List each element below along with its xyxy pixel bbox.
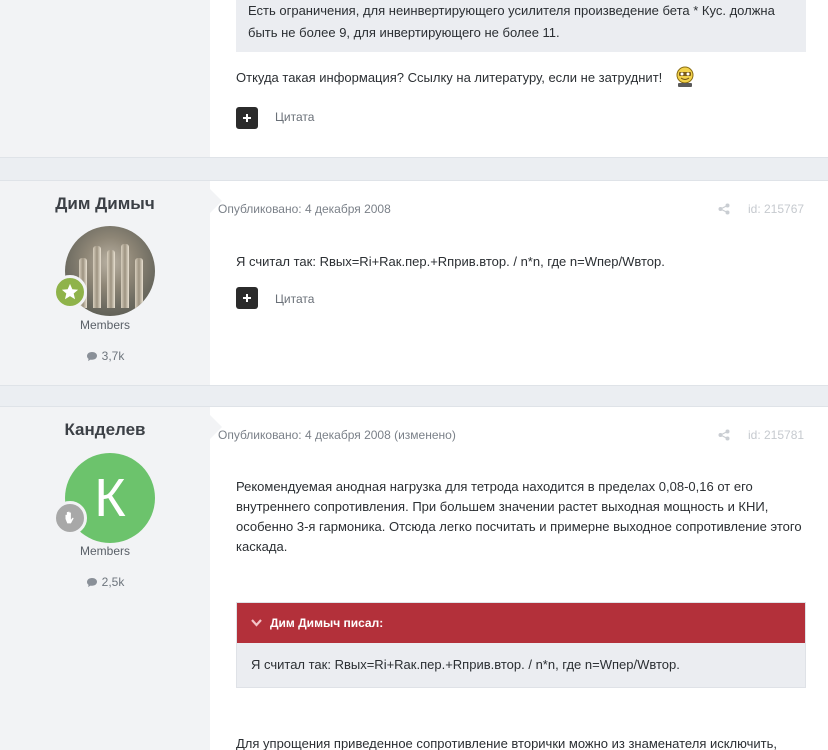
post-text: Рекомендуемая анодная нагрузка для тетро… [236,479,802,554]
post-id: id: 215767 [748,202,805,216]
author-column [0,0,210,157]
author-column: Дим Димыч Members 3,7k [0,181,222,385]
post-id: id: 215781 [748,428,805,442]
add-quote-button[interactable] [236,107,258,129]
quote-block: Дим Димыч писал: Я считал так: Rвых=Ri+R… [236,602,806,688]
rank-badge [53,275,87,309]
author-column: Канделев К Members 2,5k [0,407,222,750]
emoji-icon [676,66,694,87]
post-1: Есть ограничения, для неинвертирующего у… [0,0,828,158]
quote-text: Я считал так: Rвых=Ri+Rак.пер.+Rприв.вто… [251,657,680,672]
post-2: Дим Димыч Members 3,7k Опубликовано: 4 д… [0,180,828,386]
hand-icon [65,511,74,524]
post-date[interactable]: Опубликовано: 4 декабря 2008 [218,202,391,216]
quoted-text-box: Есть ограничения, для неинвертирующего у… [236,0,806,52]
rank-badge [53,501,87,535]
star-icon [61,283,79,300]
comment-icon [86,351,97,361]
post-count-value: 3,7k [101,349,125,363]
post-text: Я считал так: Rвых=Ri+Rак.пер.+Rприв.вто… [236,254,665,269]
member-group: Members [79,318,130,332]
post-count-value: 2,5k [101,575,125,589]
post-date[interactable]: Опубликовано: 4 декабря 2008 (изменено) [218,428,456,442]
post-count: 2,5k [0,575,210,589]
post-count: 3,7k [0,349,210,363]
plus-icon [243,294,251,302]
quote-button-label[interactable]: Цитата [275,110,314,124]
post-text: Откуда такая информация? Ссылку на литер… [236,70,663,85]
member-group: Members [79,544,130,558]
plus-icon [243,114,251,122]
author-name[interactable]: Дим Димыч [0,194,210,214]
quote-author: Дим Димыч писал: [270,616,384,630]
author-name[interactable]: Канделев [0,420,210,440]
comment-icon [86,577,97,587]
chevron-down-icon [251,619,262,627]
post-3: Канделев К Members 2,5k Опубликовано: 4 … [0,406,828,750]
post-text-continued: Для упрощения приведенное сопротивление … [236,736,777,750]
add-quote-button[interactable] [236,287,258,309]
share-icon[interactable] [718,429,730,441]
share-icon[interactable] [718,203,730,215]
quote-header[interactable]: Дим Димыч писал: [237,603,805,643]
quote-button-label[interactable]: Цитата [275,292,314,306]
